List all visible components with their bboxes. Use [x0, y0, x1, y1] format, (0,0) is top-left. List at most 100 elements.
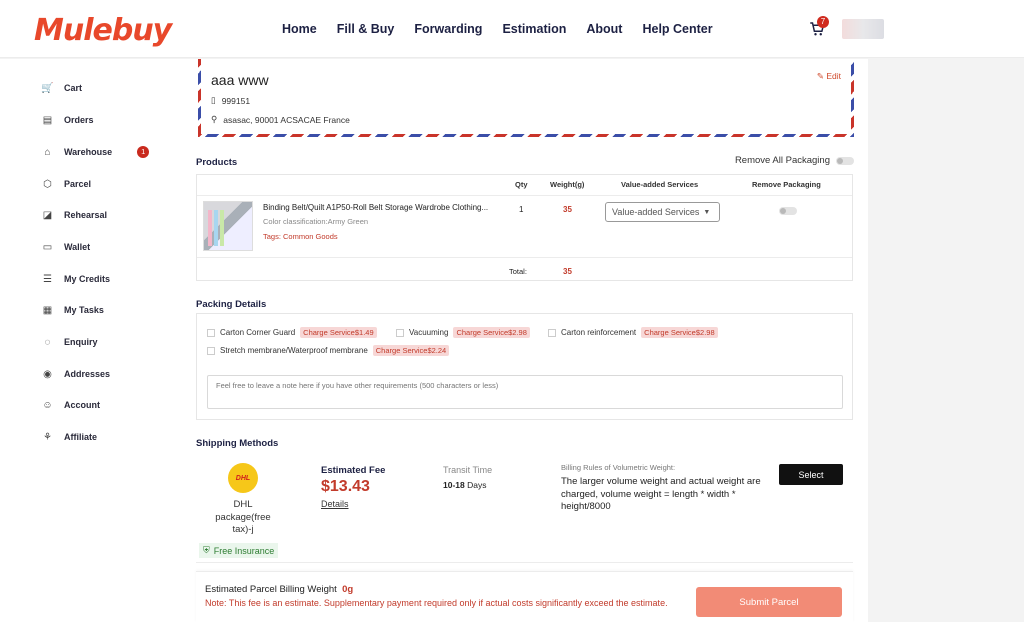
- sidebar-item-my-credits[interactable]: ☰ My Credits: [42, 270, 110, 288]
- shield-icon: ⛨: [203, 545, 210, 555]
- sidebar-item-label: Rehearsal: [64, 210, 108, 220]
- sidebar-item-label: Addresses: [64, 369, 111, 379]
- nav-fill-buy[interactable]: Fill & Buy: [337, 22, 395, 36]
- packing-option[interactable]: Stretch membrane/Waterproof membrane Cha…: [207, 345, 450, 356]
- product-qty: 1: [519, 205, 524, 214]
- sidebar-item-label: Warehouse: [64, 147, 113, 157]
- select-shipping-button[interactable]: Select: [779, 464, 843, 485]
- products-title: Products: [196, 157, 238, 168]
- products-table: Qty Weight(g) Value-added Services Remov…: [196, 174, 853, 281]
- chevron-down-icon: ▼: [703, 208, 711, 216]
- product-tags: Tags: Common Goods: [263, 232, 338, 241]
- sidebar-item-rehearsal[interactable]: ◪ Rehearsal: [42, 206, 107, 224]
- total-weight: 35: [563, 267, 572, 276]
- nav-about[interactable]: About: [586, 22, 622, 36]
- charge-badge: Charge Service$2.98: [453, 327, 530, 338]
- address-card: aaa www ▯ 999151 ⚲ asasac, 90001 ACSACAE F…: [198, 59, 854, 137]
- table-divider: [197, 195, 852, 196]
- sidebar-item-label: Wallet: [64, 242, 91, 252]
- checkbox[interactable]: [548, 328, 556, 337]
- sidebar-item-label: My Tasks: [64, 305, 104, 315]
- packing-option[interactable]: Carton Corner Guard Charge Service$1.49: [207, 327, 377, 338]
- account-icon: ☺: [42, 399, 53, 411]
- phone-text: 999151: [221, 95, 251, 106]
- sidebar-item-label: Orders: [64, 115, 94, 125]
- packing-option[interactable]: Carton reinforcement Charge Service$2.98: [548, 327, 718, 338]
- remove-all-toggle[interactable]: [836, 156, 854, 165]
- remove-packaging-toggle[interactable]: [779, 207, 797, 215]
- remove-all-packaging: Remove All Packaging: [735, 155, 854, 166]
- charge-badge: Charge Service$2.98: [641, 327, 718, 338]
- details-link[interactable]: Details: [321, 499, 349, 509]
- nav-forwarding[interactable]: Forwarding: [414, 22, 482, 36]
- transit-days: 10-18: [443, 480, 465, 490]
- checkbox[interactable]: [396, 328, 404, 337]
- location-icon: ◉: [43, 368, 52, 380]
- estimated-fee-label: Estimated Fee: [321, 465, 386, 476]
- submit-parcel-button[interactable]: Submit Parcel: [696, 587, 842, 617]
- free-insurance-label: Free Insurance: [213, 545, 275, 556]
- packing-option[interactable]: Vacuuming Charge Service$2.98: [396, 327, 530, 338]
- sidebar-item-enquiry[interactable]: ◌ Enquiry: [42, 333, 98, 351]
- option-label: Vacuuming: [409, 328, 449, 337]
- option-label: Carton reinforcement: [561, 328, 637, 337]
- credits-icon: ☰: [43, 273, 52, 285]
- user-avatar[interactable]: [842, 19, 884, 39]
- rehearsal-icon: ◪: [42, 209, 53, 221]
- transit-time-label: Transit Time: [443, 465, 493, 475]
- packing-note-input[interactable]: [207, 375, 843, 409]
- phone-icon: ▯: [211, 95, 216, 105]
- sidebar: 🛒 Cart ▤ Orders ⌂ Warehouse 1 ⬡ Parcel ◪ Rehe…: [0, 59, 176, 622]
- sidebar-item-cart[interactable]: 🛒 Cart: [41, 79, 83, 97]
- warehouse-badge: 1: [137, 146, 150, 158]
- nav-estimation[interactable]: Estimation: [502, 22, 566, 36]
- charge-badge: Charge Service$1.49: [300, 327, 377, 338]
- cart-icon: 🛒: [41, 82, 54, 94]
- sidebar-item-my-tasks[interactable]: ▦ My Tasks: [42, 301, 104, 319]
- sidebar-item-label: Cart: [64, 83, 83, 93]
- edit-address-link[interactable]: ✎ Edit: [817, 71, 841, 82]
- header-vas: Value-added Services: [621, 180, 699, 189]
- total-label: Total:: [509, 267, 527, 276]
- checkbox[interactable]: [207, 346, 215, 355]
- sidebar-item-parcel[interactable]: ⬡ Parcel: [42, 175, 91, 193]
- main-nav: Home Fill & Buy Forwarding Estimation Ab…: [282, 22, 713, 36]
- product-weight: 35: [563, 205, 572, 214]
- thumb-strip: [208, 210, 212, 246]
- sidebar-item-label: Account: [64, 400, 100, 410]
- address-text: asasac, 90001 ACSACAE France: [223, 114, 350, 125]
- packing-details-title: Packing Details: [196, 299, 267, 310]
- nav-home[interactable]: Home: [282, 22, 317, 36]
- sidebar-item-affiliate[interactable]: ⚘ Affiliate: [42, 428, 97, 446]
- value-added-services-select[interactable]: Value-added Services ▼: [605, 202, 720, 222]
- option-label: Carton Corner Guard: [220, 328, 296, 337]
- checkbox[interactable]: [207, 328, 215, 337]
- sidebar-item-label: Parcel: [64, 179, 92, 189]
- product-name[interactable]: Binding Belt/Quilt A1P50-Roll Belt Stora…: [263, 203, 488, 212]
- packing-details-box: Carton Corner Guard Charge Service$1.49 …: [196, 313, 853, 420]
- cart-count-badge: 7: [817, 16, 829, 28]
- recipient-name: aaa www: [211, 72, 269, 88]
- remove-all-label: Remove All Packaging: [734, 155, 830, 166]
- vas-select-label: Value-added Services: [612, 207, 700, 217]
- estimate-note: Note: This fee is an estimate. Supplemen…: [205, 598, 668, 608]
- nav-help-center[interactable]: Help Center: [642, 22, 712, 36]
- sidebar-item-orders[interactable]: ▤ Orders: [42, 111, 94, 129]
- shipping-methods-title: Shipping Methods: [196, 438, 279, 449]
- recipient-phone: ▯ 999151: [211, 95, 250, 106]
- sidebar-item-wallet[interactable]: ▭ Wallet: [42, 238, 90, 256]
- header-qty: Qty: [515, 180, 528, 189]
- sidebar-item-account[interactable]: ☺ Account: [42, 396, 100, 414]
- main-content: aaa www ▯ 999151 ⚲ asasac, 90001 ACSACAE F…: [176, 59, 868, 622]
- sidebar-item-label: My Credits: [64, 274, 111, 284]
- header-weight: Weight(g): [550, 180, 585, 189]
- sidebar-item-warehouse[interactable]: ⌂ Warehouse 1: [42, 143, 150, 161]
- shipping-method-card: DHL DHL package(free tax)-j ⛨ Free Insura…: [196, 451, 853, 563]
- product-thumbnail[interactable]: [203, 201, 253, 251]
- sidebar-item-addresses[interactable]: ◉ Addresses: [42, 365, 110, 383]
- thumb-strip: [214, 210, 218, 246]
- sidebar-item-label: Enquiry: [64, 337, 98, 347]
- mulebuy-logo[interactable]: Mulebuy: [34, 13, 172, 48]
- billing-rules-label: Billing Rules of Volumetric Weight:: [561, 463, 676, 472]
- thumb-strip: [220, 210, 224, 246]
